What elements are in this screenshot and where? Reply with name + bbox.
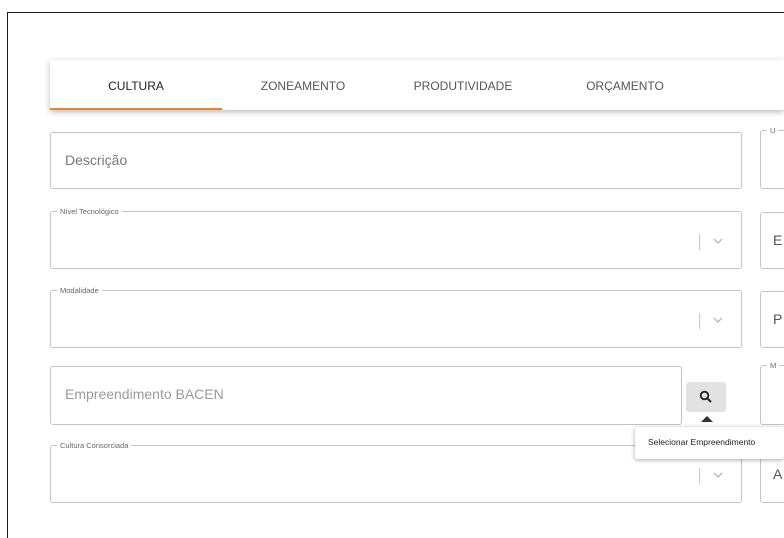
descricao-input[interactable]: Descrição — [50, 132, 742, 189]
right-field-2-text: E — [773, 232, 783, 248]
right-field-4-label: M — [770, 361, 777, 370]
tooltip-arrow — [701, 416, 713, 422]
empreendimento-placeholder: Empreendimento BACEN — [65, 386, 224, 402]
chevron-down-icon — [713, 238, 723, 244]
modalidade-dropdown[interactable] — [699, 295, 741, 347]
chevron-down-icon — [713, 472, 723, 478]
chevron-down-icon — [713, 317, 723, 323]
right-field-3[interactable]: P — [760, 291, 784, 348]
right-field-1[interactable]: U — [760, 126, 784, 189]
cultura-consorciada-label: Cultura Consorciada — [60, 441, 129, 450]
right-field-2[interactable]: E — [760, 212, 784, 269]
search-empreendimento-button[interactable] — [686, 382, 726, 412]
descricao-placeholder: Descrição — [65, 152, 128, 168]
nivel-tecnologico-label: Nível Tecnológico — [60, 207, 119, 216]
nivel-tecnologico-select[interactable]: Nível Tecnológico — [50, 207, 742, 269]
nivel-tecnologico-dropdown[interactable] — [699, 216, 741, 268]
empreendimento-bacen-input[interactable]: Empreendimento BACEN — [50, 366, 682, 425]
tooltip-text: Selecionar Empreendimento — [648, 437, 756, 447]
tab-orcamento[interactable]: ORÇAMENTO — [560, 60, 690, 110]
right-field-3-text: P — [773, 311, 783, 327]
select-separator — [699, 468, 700, 484]
modalidade-select[interactable]: Modalidade — [50, 286, 742, 348]
tab-zoneamento[interactable]: ZONEAMENTO — [236, 60, 370, 110]
select-separator — [699, 313, 700, 329]
right-field-1-label: U — [770, 126, 776, 135]
search-icon — [699, 390, 712, 403]
right-field-4[interactable]: M — [760, 361, 784, 425]
tab-bar: CULTURA ZONEAMENTO PRODUTIVIDADE ORÇAMEN… — [50, 60, 784, 110]
tab-produtividade[interactable]: PRODUTIVIDADE — [388, 60, 538, 110]
tooltip: Selecionar Empreendimento — [635, 427, 784, 459]
modalidade-label: Modalidade — [60, 286, 99, 295]
select-separator — [699, 234, 700, 250]
tab-cultura[interactable]: CULTURA — [50, 60, 222, 110]
right-field-5-text: A — [773, 466, 783, 482]
